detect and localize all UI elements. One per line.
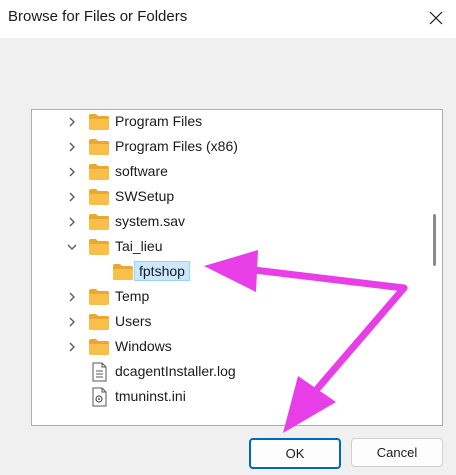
chevron-right-icon[interactable]	[66, 291, 78, 303]
tree-item-label: Users	[115, 313, 152, 329]
folder-icon	[88, 312, 110, 332]
folder-icon	[88, 137, 110, 157]
tree-item-label: Temp	[115, 288, 150, 304]
close-icon	[429, 11, 443, 25]
folder-icon	[88, 212, 110, 232]
tree-item-label: system.sav	[115, 213, 186, 229]
tree-item-label: SWSetup	[115, 188, 175, 204]
folder-icon	[88, 337, 110, 357]
tree-item-label: Tai_lieu	[115, 238, 163, 254]
settings-file-icon	[88, 387, 110, 407]
folder-icon	[88, 112, 110, 132]
folder-icon	[88, 237, 110, 257]
scrollbar-thumb[interactable]	[433, 214, 436, 266]
chevron-down-icon[interactable]	[66, 241, 78, 253]
tree-item-label: fptshop	[134, 261, 190, 281]
folder-icon	[112, 262, 134, 282]
chevron-right-icon[interactable]	[66, 191, 78, 203]
tree-item[interactable]: fptshop	[32, 260, 426, 284]
tree-item[interactable]: Users	[32, 310, 426, 334]
folder-icon	[88, 162, 110, 182]
tree-item[interactable]: Program Files	[32, 110, 426, 134]
tree-item[interactable]: system.sav	[32, 210, 426, 234]
tree-item[interactable]: software	[32, 160, 426, 184]
document-icon	[88, 362, 110, 382]
tree-item[interactable]: Program Files (x86)	[32, 135, 426, 159]
chevron-right-icon[interactable]	[66, 116, 78, 128]
window-title: Browse for Files or Folders	[8, 8, 188, 25]
chevron-right-icon[interactable]	[66, 341, 78, 353]
chevron-right-icon[interactable]	[66, 316, 78, 328]
scrollbar[interactable]	[429, 116, 439, 416]
cancel-button[interactable]: Cancel	[351, 438, 443, 467]
tree-item[interactable]: Tai_lieu	[32, 235, 426, 259]
tree-item[interactable]: SWSetup	[32, 185, 426, 209]
tree-item-label: Program Files	[115, 113, 203, 129]
chevron-right-icon[interactable]	[66, 216, 78, 228]
tree-item[interactable]: dcagentInstaller.log	[32, 360, 426, 384]
folder-icon	[88, 287, 110, 307]
ok-button[interactable]: OK	[249, 438, 341, 469]
chevron-right-icon[interactable]	[66, 141, 78, 153]
tree-item-label: software	[115, 163, 168, 179]
folder-tree[interactable]: Program Files Program Files (x86) software…	[31, 109, 443, 426]
tree-item-label: tmuninst.ini	[115, 388, 186, 404]
tree-item[interactable]: Windows	[32, 335, 426, 359]
title-bar: Browse for Files or Folders	[0, 0, 456, 38]
folder-icon	[88, 187, 110, 207]
tree-item-label: dcagentInstaller.log	[115, 363, 236, 379]
tree-item[interactable]: tmuninst.ini	[32, 385, 426, 409]
chevron-right-icon[interactable]	[66, 166, 78, 178]
close-button[interactable]	[420, 2, 452, 34]
tree-item-label: Windows	[115, 338, 172, 354]
tree-item-label: Program Files (x86)	[115, 138, 238, 154]
tree-item[interactable]: Temp	[32, 285, 426, 309]
